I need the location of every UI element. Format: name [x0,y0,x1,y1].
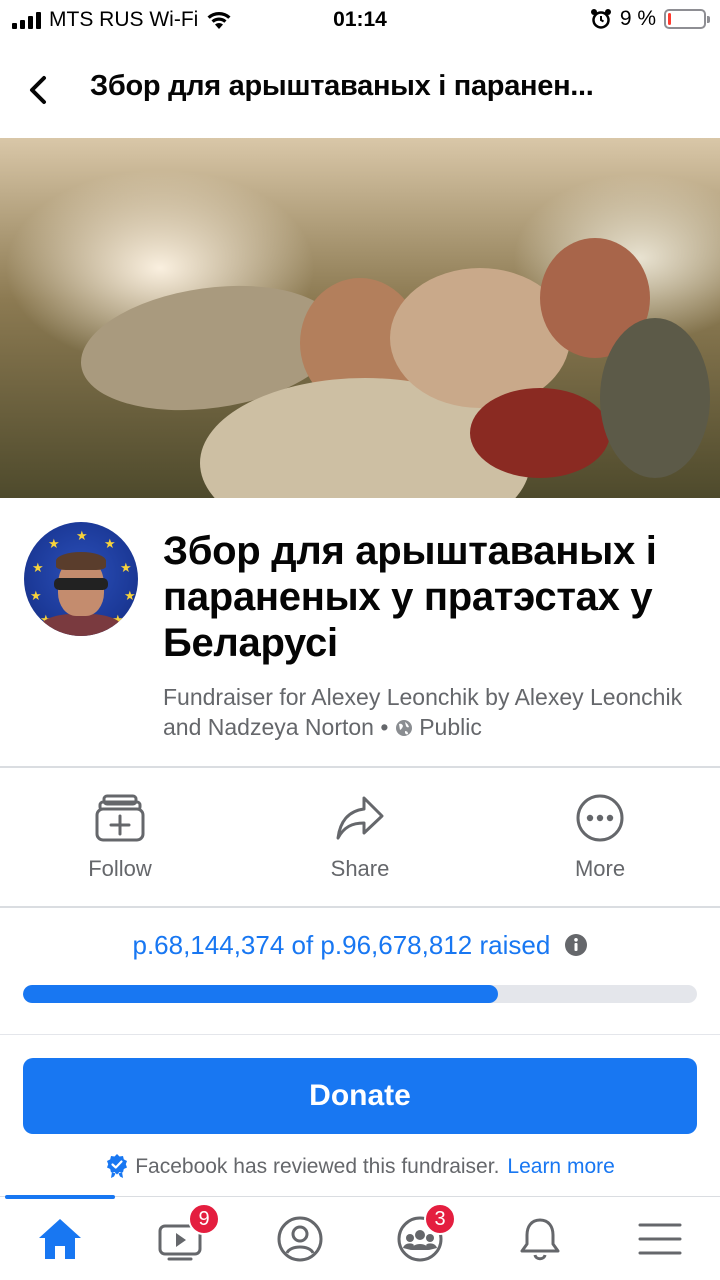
share-label: Share [330,856,390,881]
battery-fill [668,13,672,25]
bell-icon [520,1218,560,1260]
progress-bar [23,985,697,1003]
share-icon [336,796,384,840]
raised-text: р.68,144,374 of р.96,678,812 raised [132,930,551,960]
header: Збор для арыштаваных і паранен... [0,40,720,138]
back-button[interactable] [20,70,60,110]
tab-groups[interactable]: 3 [360,1197,480,1280]
more-label: More [574,856,626,881]
battery-icon [664,9,710,29]
info-icon[interactable] [564,933,588,957]
groups-badge: 3 [424,1203,456,1235]
follow-icon [95,794,145,842]
follow-button[interactable]: Follow [0,770,240,906]
tab-notifications[interactable] [480,1197,600,1280]
tab-menu[interactable] [600,1197,720,1280]
tab-bar: 9 3 [0,1195,720,1280]
globe-icon [395,720,412,736]
home-icon [39,1218,81,1259]
privacy-label: Public [419,714,482,740]
follow-label: Follow [88,856,152,881]
verified-shield-icon [107,1154,128,1178]
divider [0,906,720,908]
avatar[interactable]: ★ ★ ★ ★ ★ ★ ★ ★ ★ [24,522,138,636]
review-notice: Facebook has reviewed this fundraiser. Le… [0,1153,720,1179]
action-bar: Follow Share More [0,770,720,906]
donate-panel: Donate Facebook has reviewed this fundra… [0,1034,720,1196]
fundraiser-subtitle: Fundraiser for Alexey Leonchik by Alexey… [163,682,703,742]
status-bar: MTS RUS Wi-Fi 01:14 9 % [0,0,720,40]
cover-figure [470,388,610,478]
learn-more-link[interactable]: Learn more [507,1155,614,1178]
cover-figure [600,318,710,478]
menu-icon [638,1223,682,1254]
more-icon [576,794,624,842]
page-title: Збор для арыштаваных і паранен... [90,70,594,102]
review-text: Facebook has reviewed this fundraiser. [135,1155,500,1178]
tab-watch[interactable]: 9 [120,1197,240,1280]
status-right: 9 % [590,7,710,31]
alarm-icon [590,9,611,29]
divider [0,766,720,768]
tab-home[interactable] [0,1197,120,1280]
profile-icon [277,1216,323,1261]
share-button[interactable]: Share [240,770,480,906]
tab-profile[interactable] [240,1197,360,1280]
fundraiser-title: Збор для арыштаваных і параненых у пратэ… [163,529,657,665]
cover-photo[interactable] [0,138,720,498]
donate-button[interactable]: Donate [23,1058,697,1134]
battery-percent: 9 % [619,7,656,30]
more-button[interactable]: More [480,770,720,906]
progress-fill [23,985,499,1003]
watch-badge: 9 [188,1203,220,1235]
raised-amount: р.68,144,374 of р.96,678,812 raised [0,930,720,961]
